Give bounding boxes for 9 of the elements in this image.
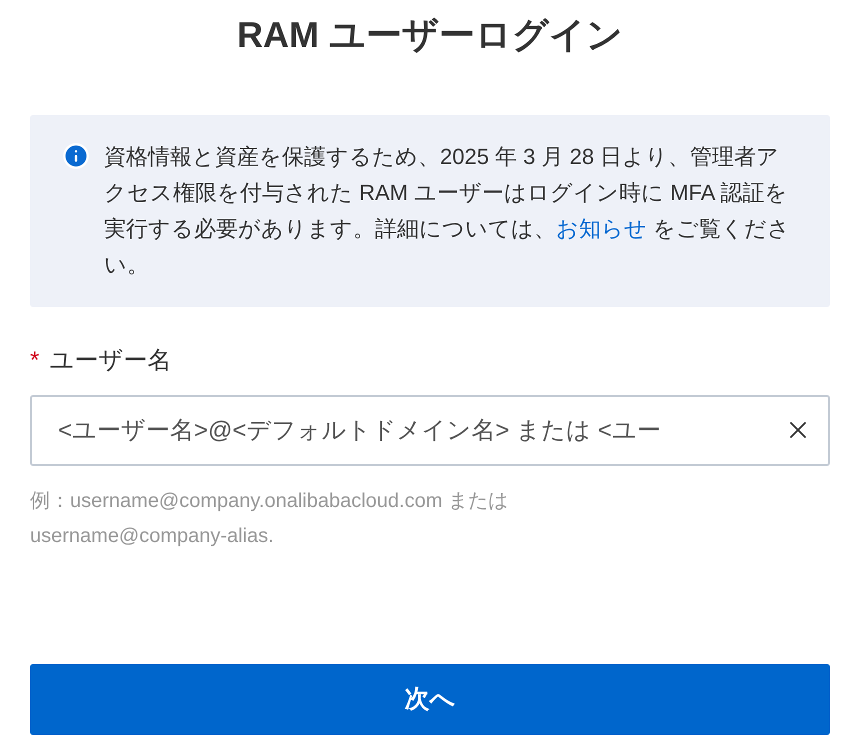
field-hint: 例：username@company.onalibabacloud.com または username@company-alias. [30,489,509,549]
info-icon [62,142,90,170]
notice-link[interactable]: お知らせ [556,216,647,241]
field-label: ユーザー名 [49,346,172,376]
required-mark: * [30,346,40,376]
page-title: RAM ユーザーログイン [236,13,624,57]
notice-text: 資格情報と資産を保護するため、2025 年 3 月 28 日より、管理者アクセス権限を付与された RAM ユーザーはログイン時に MFA 認証を実行する必要があります。詳細については、お知らせ をご覧ください。 [104,143,792,279]
username-field[interactable]: <ユーザー名>@<デフォルトドメイン名> または <ユー [30,395,830,466]
next-button[interactable]: 次へ [30,664,830,735]
